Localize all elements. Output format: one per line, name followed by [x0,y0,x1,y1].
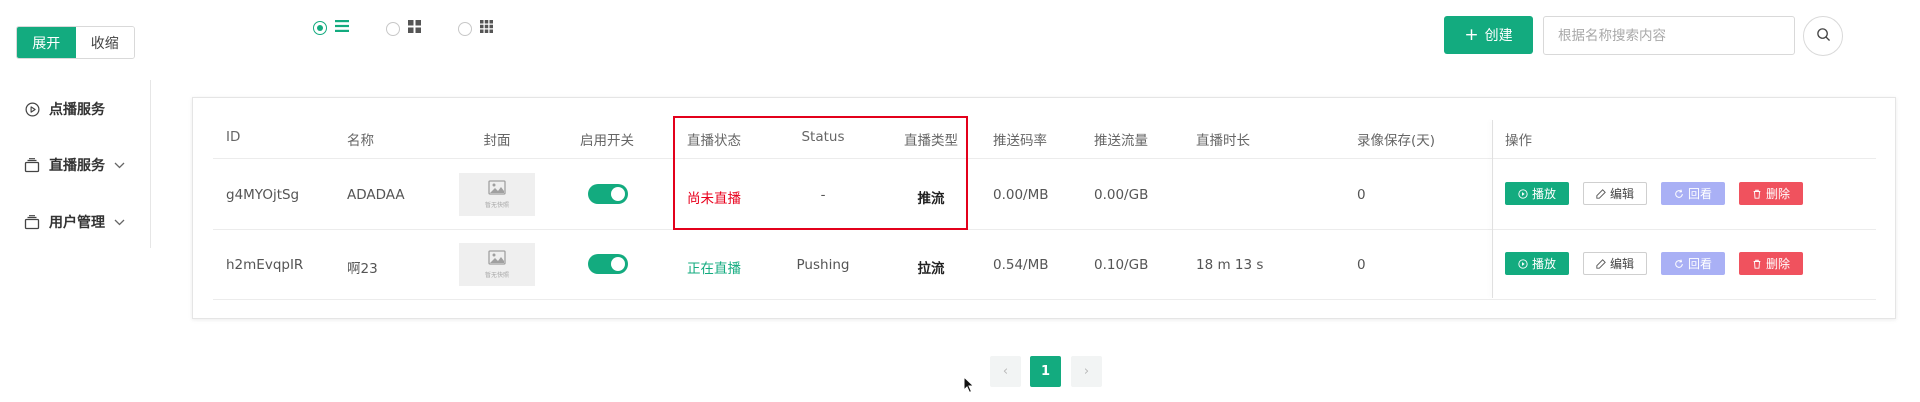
header-duration: 直播时长 [1196,133,1250,149]
sidebar-item-live[interactable]: 直播服务 [24,155,125,175]
fixed-column-separator [1492,120,1493,298]
cell-live-type: 拉流 [917,261,945,277]
streams-table: ID 名称 封面 启用开关 直播状态 Status 直播类型 推送码率 推送流量… [192,97,1896,319]
refresh-icon [1674,259,1684,269]
view-mode-grid[interactable] [386,20,421,37]
dense-grid-view-icon [480,20,493,37]
header-cover: 封面 [483,133,511,149]
search-input[interactable] [1543,16,1795,55]
cell-duration: 18 m 13 s [1196,257,1264,273]
header-bitrate: 推送码率 [993,133,1047,149]
cell-record-days: 0 [1357,187,1366,203]
image-placeholder-icon [488,250,506,269]
trash-icon [1752,189,1762,199]
cell-bitrate: 0.00/MB [993,187,1049,203]
cell-name: ADADAA [347,187,405,203]
radio-unselected[interactable] [458,21,472,36]
cover-thumbnail: 暂无快照 [459,243,535,286]
replay-button[interactable]: 回看 [1661,252,1725,275]
header-traffic: 推送流量 [1094,133,1148,149]
play-circle-icon [1518,188,1528,199]
cell-id: g4MYOjtSg [226,187,300,203]
sidebar-divider [150,80,151,248]
replay-button[interactable]: 回看 [1661,182,1725,205]
delete-button-label: 删除 [1765,257,1790,271]
cell-id: h2mEvqpIR [226,257,304,273]
replay-button-label: 回看 [1687,187,1712,201]
enable-toggle[interactable] [588,254,628,274]
chevron-down-icon [114,216,125,229]
enable-toggle[interactable] [588,184,628,204]
pagination-page-1[interactable]: 1 [1030,356,1061,387]
cell-traffic: 0.10/GB [1094,257,1149,273]
header-record-days: 录像保存(天) [1357,133,1436,149]
cell-traffic: 0.00/GB [1094,187,1149,203]
header-id: ID [226,129,241,145]
plus-icon: + [1464,25,1479,45]
sidebar-toggle-group: 展开 收缩 [16,26,135,59]
stack-icon [24,214,40,230]
grid-view-icon [408,20,421,37]
view-mode-list[interactable] [313,20,349,36]
header-enabled: 启用开关 [580,133,634,149]
delete-button[interactable]: 删除 [1739,182,1803,205]
play-button-label: 播放 [1531,257,1556,271]
search-button[interactable] [1803,16,1843,56]
list-view-icon [335,20,349,36]
sidebar-item-vod[interactable]: 点播服务 [24,99,105,119]
mouse-cursor-icon [963,375,975,398]
chevron-down-icon [114,159,125,172]
highlight-box [673,116,968,230]
view-mode-dense-grid[interactable] [458,20,493,37]
expand-button[interactable]: 展开 [17,27,76,58]
create-button[interactable]: + 创建 [1444,16,1533,54]
edit-icon [1596,258,1606,269]
play-button[interactable]: 播放 [1505,252,1569,275]
play-button[interactable]: 播放 [1505,182,1569,205]
collapse-button[interactable]: 收缩 [75,27,134,58]
sidebar-item-label: 直播服务 [49,158,105,174]
play-circle-icon [24,101,40,117]
play-circle-icon [1518,258,1528,269]
delete-button[interactable]: 删除 [1739,252,1803,275]
cover-placeholder-text: 暂无快照 [484,202,509,209]
play-button-label: 播放 [1531,187,1556,201]
cover-placeholder-text: 暂无快照 [484,272,509,279]
trash-icon [1752,259,1762,269]
image-placeholder-icon [488,180,506,199]
cell-live-status: 正在直播 [687,261,741,277]
cell-status: Pushing [796,257,850,273]
header-divider [213,158,1876,159]
create-button-label: 创建 [1484,28,1513,44]
header-name: 名称 [347,133,374,149]
pagination-next-button[interactable]: › [1071,356,1102,387]
delete-button-label: 删除 [1765,187,1790,201]
pagination-prev-button[interactable]: ‹ [990,356,1021,387]
sidebar-item-users[interactable]: 用户管理 [24,212,125,232]
cell-bitrate: 0.54/MB [993,257,1049,273]
edit-button[interactable]: 编辑 [1583,252,1647,275]
cover-thumbnail: 暂无快照 [459,173,535,216]
header-actions: 操作 [1505,133,1532,149]
cell-name: 啊23 [347,261,378,277]
search-icon [1816,27,1831,46]
replay-button-label: 回看 [1687,257,1712,271]
stack-icon [24,157,40,173]
edit-button[interactable]: 编辑 [1583,182,1647,205]
edit-button-label: 编辑 [1609,187,1634,201]
cell-record-days: 0 [1357,257,1366,273]
radio-selected[interactable] [313,21,327,35]
edit-button-label: 编辑 [1609,257,1634,271]
row-divider [213,229,1876,230]
radio-unselected[interactable] [386,21,400,36]
edit-icon [1596,188,1606,199]
sidebar-item-label: 用户管理 [49,215,105,231]
refresh-icon [1674,189,1684,199]
sidebar-item-label: 点播服务 [49,102,105,118]
row-divider [213,299,1876,300]
